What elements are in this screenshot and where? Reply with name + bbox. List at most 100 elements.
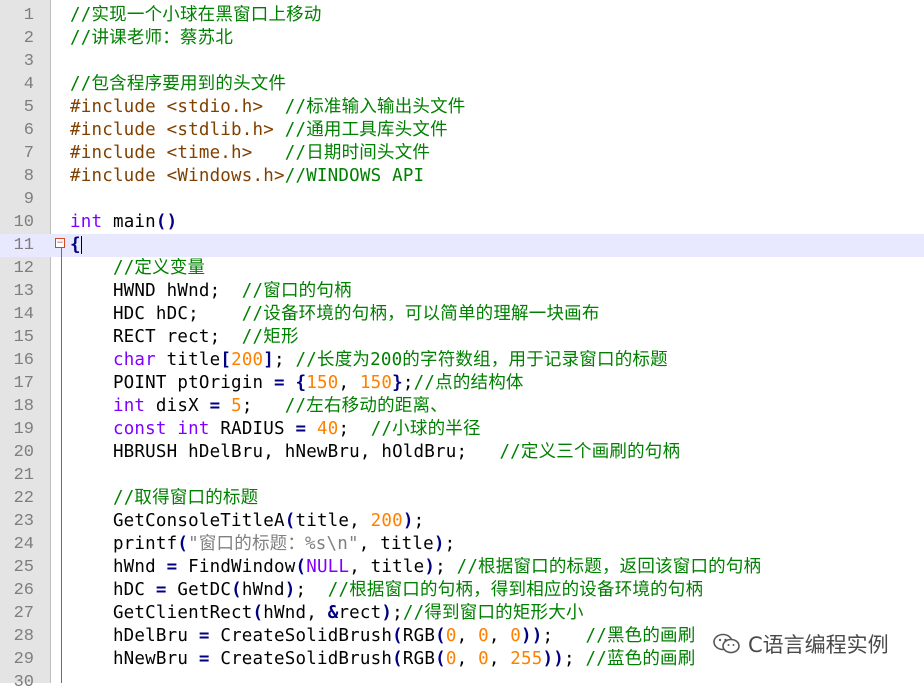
- code-text[interactable]: hDelBru = CreateSolidBrush(RGB(0, 0, 0))…: [70, 625, 695, 648]
- line-number: 19: [13, 420, 34, 439]
- code-line[interactable]: 2 //讲课老师：蔡苏北: [0, 27, 924, 50]
- code-line[interactable]: 23 GetConsoleTitleA(title, 200);: [0, 510, 924, 533]
- code-token: , title: [349, 557, 425, 577]
- code-text[interactable]: GetClientRect(hWnd, &rect);//得到窗口的矩形大小: [70, 602, 584, 625]
- code-area[interactable]: 1 //实现一个小球在黑窗口上移动 2 //讲课老师：蔡苏北 3 4 //包含程序要用到的头…: [0, 4, 924, 694]
- code-token: &: [327, 603, 339, 623]
- code-token: (: [392, 649, 403, 669]
- line-number: 21: [13, 466, 34, 485]
- code-text[interactable]: {: [70, 234, 82, 257]
- code-token: (): [155, 212, 178, 232]
- code-text[interactable]: GetConsoleTitleA(title, 200);: [70, 510, 424, 533]
- code-text[interactable]: hNewBru = CreateSolidBrush(RGB(0, 0, 255…: [70, 648, 695, 671]
- code-text[interactable]: hDC = GetDC(hWnd); //根据窗口的句柄，得到相应的设备环境的句…: [70, 579, 703, 602]
- code-text[interactable]: int main(): [70, 211, 177, 234]
- fold-range-line: [61, 247, 62, 683]
- code-token: ;: [392, 603, 403, 623]
- code-text[interactable]: POINT ptOrigin = {150, 150};//点的结构体: [70, 372, 524, 395]
- line-number: 2: [23, 29, 34, 48]
- code-token: ;: [413, 511, 425, 531]
- code-text[interactable]: char title[200]; //长度为200的字符数组，用于记录窗口的标题: [70, 349, 668, 372]
- code-line[interactable]: 1 //实现一个小球在黑窗口上移动: [0, 4, 924, 27]
- code-line[interactable]: 17 POINT ptOrigin = {150, 150};//点的结构体: [0, 372, 924, 395]
- code-editor[interactable]: 1 //实现一个小球在黑窗口上移动 2 //讲课老师：蔡苏北 3 4 //包含程序要用到的头…: [0, 0, 924, 692]
- code-line[interactable]: 25 hWnd = FindWindow(NULL, title); //根据窗…: [0, 556, 924, 579]
- code-token: GetConsoleTitleA: [70, 511, 285, 531]
- code-text[interactable]: #include <time.h> //日期时间头文件: [70, 142, 430, 165]
- code-token: CreateSolidBrush: [209, 649, 393, 669]
- code-token: ): [433, 534, 445, 554]
- code-token: ,: [456, 626, 479, 646]
- code-line[interactable]: 10 int main(): [0, 211, 924, 234]
- line-number: 11: [13, 236, 34, 255]
- code-token: FindWindow: [177, 557, 296, 577]
- code-token: //包含程序要用到的头文件: [70, 74, 287, 94]
- code-token: 150: [359, 373, 393, 393]
- code-text[interactable]: //包含程序要用到的头文件: [70, 73, 286, 96]
- code-text[interactable]: //取得窗口的标题: [70, 487, 258, 510]
- code-text[interactable]: HDC hDC; //设备环境的句柄，可以简单的理解一块画布: [70, 303, 600, 326]
- code-line[interactable]: 4 //包含程序要用到的头文件: [0, 73, 924, 96]
- code-text[interactable]: hWnd = FindWindow(NULL, title); //根据窗口的标…: [70, 556, 761, 579]
- code-line[interactable]: 9: [0, 188, 924, 211]
- code-line[interactable]: 14 HDC hDC; //设备环境的句柄，可以简单的理解一块画布: [0, 303, 924, 326]
- code-text[interactable]: const int RADIUS = 40; //小球的半径: [70, 418, 481, 441]
- code-line[interactable]: 5 #include <stdio.h> //标准输入输出头文件: [0, 96, 924, 119]
- code-token: //点的结构体: [413, 373, 524, 393]
- code-token: disX: [145, 396, 210, 416]
- line-number: 1: [23, 6, 34, 25]
- code-line[interactable]: 6 #include <stdlib.h> //通用工具库头文件: [0, 119, 924, 142]
- code-line[interactable]: 12 //定义变量: [0, 257, 924, 280]
- line-number: 28: [13, 627, 34, 646]
- code-line[interactable]: 20 HBRUSH hDelBru, hNewBru, hOldBru; //定…: [0, 441, 924, 464]
- code-text[interactable]: HWND hWnd; //窗口的句柄: [70, 280, 352, 303]
- code-text[interactable]: //定义变量: [70, 257, 205, 280]
- code-token: (: [177, 534, 189, 554]
- code-text[interactable]: #include <Windows.h>//WINDOWS API: [70, 165, 424, 188]
- code-line[interactable]: 15 RECT rect; //矩形: [0, 326, 924, 349]
- code-line[interactable]: 7 #include <time.h> //日期时间头文件: [0, 142, 924, 165]
- code-line[interactable]: 24 printf("窗口的标题：%s\n", title);: [0, 533, 924, 556]
- code-line[interactable]: 11 {: [0, 234, 924, 257]
- watermark-text: C语言编程实例: [748, 633, 889, 657]
- code-line[interactable]: 22 //取得窗口的标题: [0, 487, 924, 510]
- code-token: hWnd,: [263, 603, 328, 623]
- code-text[interactable]: int disX = 5; //左右移动的距离、: [70, 395, 448, 418]
- line-number: 4: [23, 75, 34, 94]
- code-token: title,: [295, 511, 371, 531]
- code-token: "窗口的标题：%s\n": [188, 534, 359, 554]
- code-text[interactable]: //实现一个小球在黑窗口上移动: [70, 4, 322, 27]
- code-line[interactable]: 27 GetClientRect(hWnd, &rect);//得到窗口的矩形大…: [0, 602, 924, 625]
- code-text[interactable]: printf("窗口的标题：%s\n", title);: [70, 533, 455, 556]
- code-line[interactable]: 3: [0, 50, 924, 73]
- code-text[interactable]: //讲课老师：蔡苏北: [70, 27, 233, 50]
- code-token: //讲课老师：蔡苏北: [70, 28, 234, 48]
- code-token: RECT rect;: [70, 327, 242, 347]
- code-line[interactable]: 16 char title[200]; //长度为200的字符数组，用于记录窗口…: [0, 349, 924, 372]
- fold-collapse-icon[interactable]: −: [55, 238, 65, 248]
- line-number: 27: [13, 604, 34, 623]
- code-line[interactable]: 13 HWND hWnd; //窗口的句柄: [0, 280, 924, 303]
- code-token: ,: [456, 649, 479, 669]
- code-token: hWnd: [241, 580, 285, 600]
- line-number: 16: [13, 351, 34, 370]
- code-token: }: [392, 373, 403, 393]
- code-token: ;: [444, 534, 456, 554]
- code-line[interactable]: 19 const int RADIUS = 40; //小球的半径: [0, 418, 924, 441]
- code-text[interactable]: #include <stdio.h> //标准输入输出头文件: [70, 96, 466, 119]
- code-text[interactable]: RECT rect; //矩形: [70, 326, 299, 349]
- code-token: ): [381, 603, 393, 623]
- code-line[interactable]: 21: [0, 464, 924, 487]
- code-token: {: [70, 235, 81, 255]
- code-token: GetClientRect: [70, 603, 253, 623]
- code-text[interactable]: #include <stdlib.h> //通用工具库头文件: [70, 119, 448, 142]
- code-line[interactable]: 18 int disX = 5; //左右移动的距离、: [0, 395, 924, 418]
- code-token: int: [177, 419, 210, 439]
- code-text[interactable]: HBRUSH hDelBru, hNewBru, hOldBru; //定义三个…: [70, 441, 680, 464]
- code-line[interactable]: 8 #include <Windows.h>//WINDOWS API: [0, 165, 924, 188]
- code-line[interactable]: 26 hDC = GetDC(hWnd); //根据窗口的句柄，得到相应的设备环…: [0, 579, 924, 602]
